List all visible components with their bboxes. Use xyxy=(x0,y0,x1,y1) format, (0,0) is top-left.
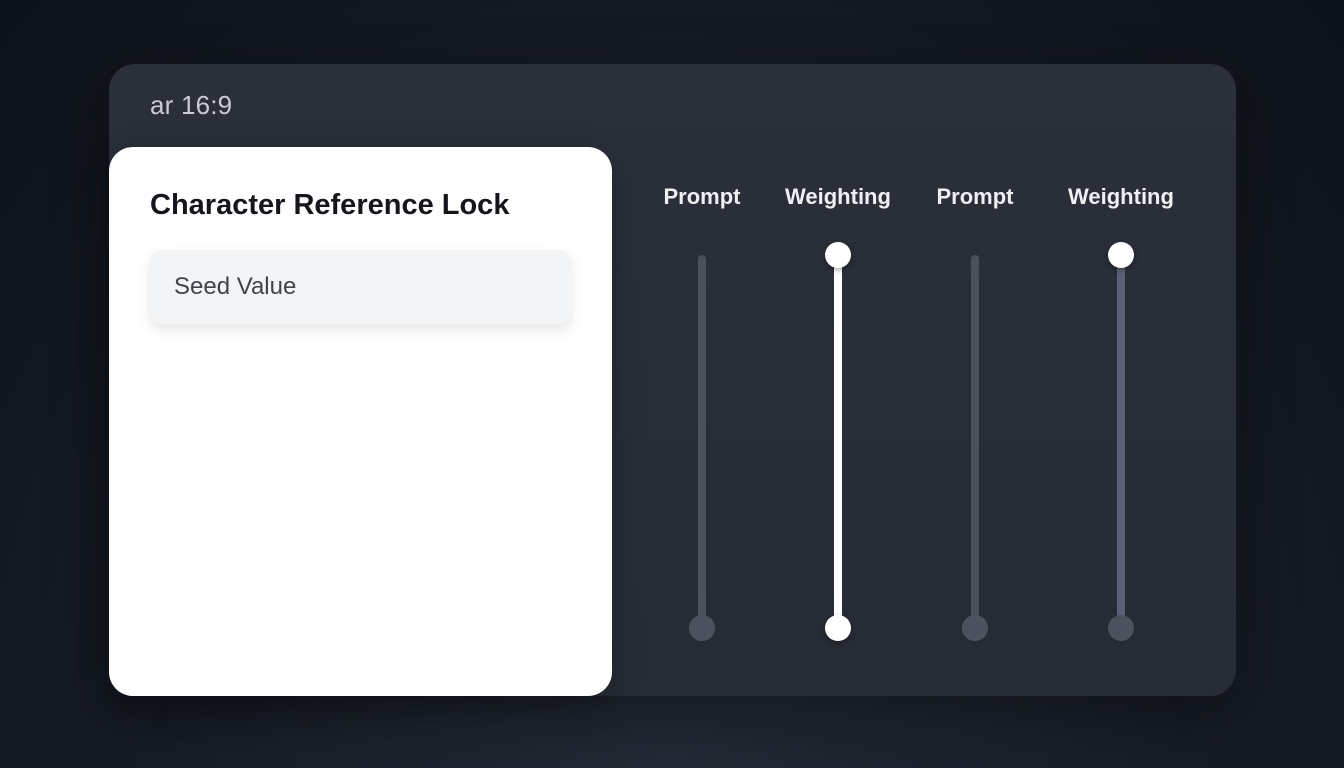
slider-fill xyxy=(834,255,842,628)
slider-label: Weighting xyxy=(1068,184,1174,209)
slider-bottom-handle[interactable] xyxy=(825,615,851,641)
settings-panel: ar 16:9 Character Reference Lock Seed Va… xyxy=(109,64,1236,696)
slider-fill xyxy=(1117,255,1125,628)
slider-label: Prompt xyxy=(936,184,1014,209)
slider-track[interactable] xyxy=(971,255,979,628)
slider-track[interactable] xyxy=(1117,255,1125,628)
aspect-ratio-label: ar 16:9 xyxy=(150,90,233,120)
slider-weighting-1: Weighting xyxy=(758,64,918,696)
character-reference-card: Character Reference Lock Seed Value xyxy=(109,147,612,696)
card-title: Character Reference Lock xyxy=(150,189,510,221)
slider-track[interactable] xyxy=(834,255,842,628)
slider-bottom-handle[interactable] xyxy=(689,615,715,641)
slider-track[interactable] xyxy=(698,255,706,628)
slider-bottom-handle[interactable] xyxy=(962,615,988,641)
slider-prompt-2: Prompt xyxy=(895,64,1055,696)
seed-value-field[interactable]: Seed Value xyxy=(150,250,571,324)
slider-label: Weighting xyxy=(785,184,891,209)
slider-top-handle[interactable] xyxy=(825,242,851,268)
slider-top-handle[interactable] xyxy=(1108,242,1134,268)
slider-weighting-2: Weighting xyxy=(1041,64,1201,696)
slider-bottom-handle[interactable] xyxy=(1108,615,1134,641)
